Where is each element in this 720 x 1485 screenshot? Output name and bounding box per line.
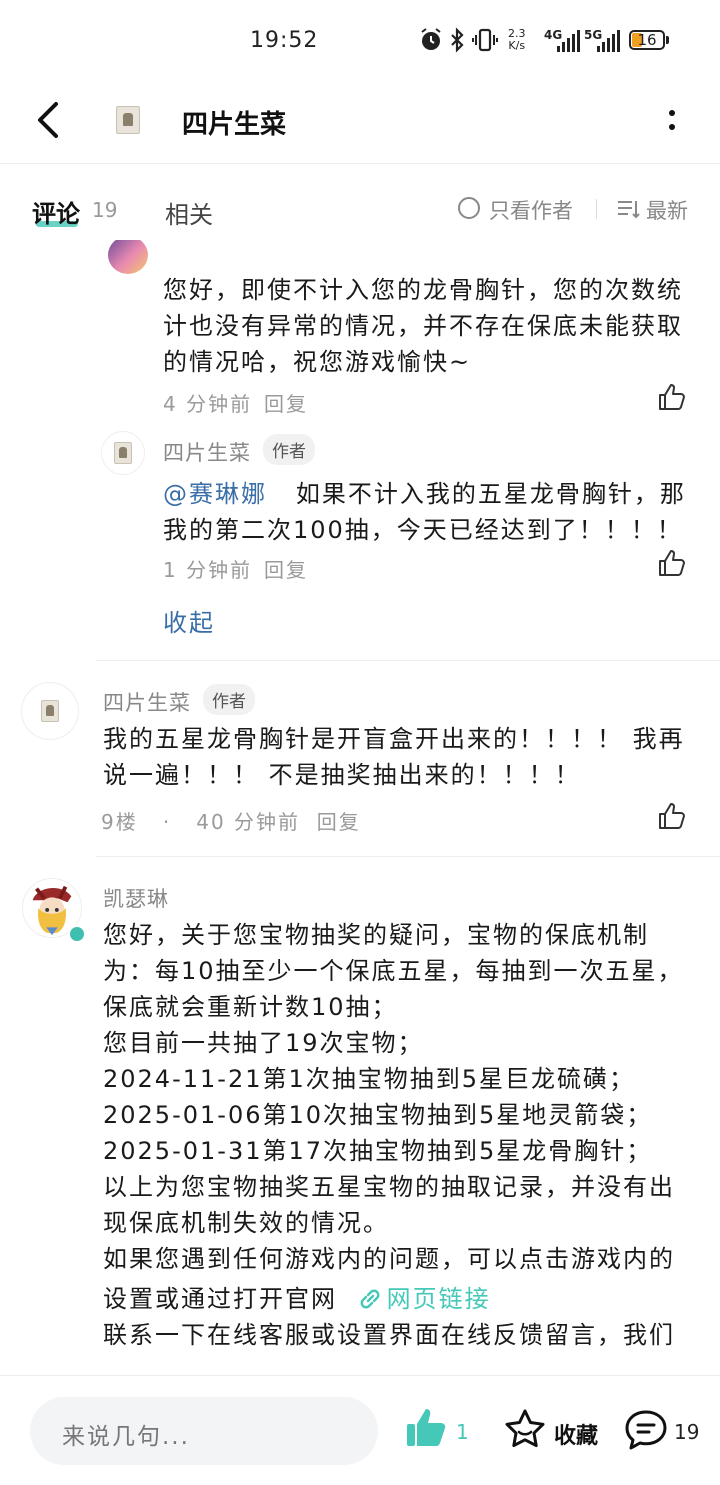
vibrate-icon bbox=[472, 28, 498, 52]
author-only-toggle[interactable]: 只看作者 bbox=[489, 195, 573, 225]
page-title: 四片生菜 bbox=[182, 110, 287, 140]
thumbs-up-icon[interactable] bbox=[657, 548, 687, 578]
star-icon[interactable] bbox=[503, 1407, 547, 1451]
thumbs-up-icon[interactable] bbox=[404, 1405, 450, 1451]
comment-text: 您好，关于您宝物抽奖的疑问，宝物的保底机制为：每10抽至少一个保底五星，每抽到一… bbox=[103, 921, 684, 1349]
comment-bubble-icon[interactable] bbox=[624, 1409, 668, 1451]
avatar[interactable] bbox=[21, 682, 79, 740]
comment-text: 我的五星龙骨胸针是开盲盒开出来的！！！！ 我再说一遍！！！ 不是抽奖抽出来的！！… bbox=[103, 725, 685, 789]
signal-bars-icon bbox=[557, 30, 580, 52]
mention-link[interactable]: @赛琳娜 bbox=[163, 480, 267, 508]
web-link[interactable]: 网页链接 bbox=[347, 1285, 491, 1313]
signal-bars-icon bbox=[597, 30, 620, 52]
status-time: 19:52 bbox=[250, 28, 319, 53]
link-icon bbox=[360, 1289, 380, 1309]
sort-newest-button[interactable]: 最新 bbox=[646, 195, 688, 225]
thumbs-up-icon[interactable] bbox=[657, 801, 687, 831]
avatar[interactable] bbox=[101, 431, 145, 475]
battery-tip bbox=[666, 36, 669, 44]
alarm-icon bbox=[421, 28, 441, 50]
bluetooth-icon bbox=[451, 27, 464, 53]
reply-text: 您好，即使不计入您的龙骨胸针，您的次数统计也没有异常的情况，并不存在保底未能获取… bbox=[163, 276, 683, 376]
reply-button[interactable]: 回复 bbox=[264, 388, 308, 417]
network-speed: 2.3 K/s bbox=[508, 27, 526, 52]
author-badge: 作者 bbox=[263, 434, 315, 465]
back-icon[interactable] bbox=[30, 98, 70, 142]
more-icon[interactable] bbox=[660, 104, 684, 136]
like-count: 1 bbox=[456, 1420, 469, 1444]
divider bbox=[0, 1375, 720, 1376]
divider bbox=[0, 163, 720, 164]
reply-author-name[interactable]: 四片生菜 bbox=[163, 437, 251, 467]
tab-comments-count: 19 bbox=[92, 198, 118, 222]
collapse-replies-link[interactable]: 收起 bbox=[163, 603, 215, 638]
comment-floor: 9楼 · 40 分钟前 回复 bbox=[101, 810, 361, 834]
reply-text: @赛琳娜 如果不计入我的五星龙骨胸针，那我的第二次100抽，今天已经达到了！！！… bbox=[163, 480, 686, 544]
reply-time: 4 分钟前 bbox=[163, 392, 253, 416]
tab-related[interactable]: 相关 bbox=[165, 195, 213, 230]
divider bbox=[596, 199, 597, 219]
avatar[interactable] bbox=[108, 236, 148, 274]
battery-icon: 16 bbox=[629, 30, 665, 50]
comment-author-name[interactable]: 四片生菜 bbox=[103, 687, 191, 717]
reply-time: 1 分钟前 bbox=[163, 558, 253, 582]
comment-input-placeholder: 来说几句... bbox=[62, 1424, 190, 1450]
radio-circle-icon[interactable] bbox=[458, 197, 480, 219]
divider bbox=[96, 660, 720, 661]
divider bbox=[96, 856, 720, 857]
comment-count: 19 bbox=[674, 1420, 700, 1444]
tab-comments[interactable]: 评论 bbox=[32, 194, 80, 229]
scroll-mask bbox=[100, 226, 700, 240]
reply-button[interactable]: 回复 bbox=[317, 810, 361, 834]
sort-icon[interactable] bbox=[616, 198, 640, 220]
thumbs-up-icon[interactable] bbox=[657, 382, 687, 412]
comment-author-name[interactable]: 凯瑟琳 bbox=[103, 883, 169, 913]
favorite-button[interactable]: 收藏 bbox=[554, 1418, 598, 1450]
reply-button[interactable]: 回复 bbox=[264, 554, 308, 583]
author-badge: 作者 bbox=[203, 684, 255, 715]
header-avatar[interactable] bbox=[116, 106, 140, 134]
verified-icon bbox=[68, 925, 86, 943]
